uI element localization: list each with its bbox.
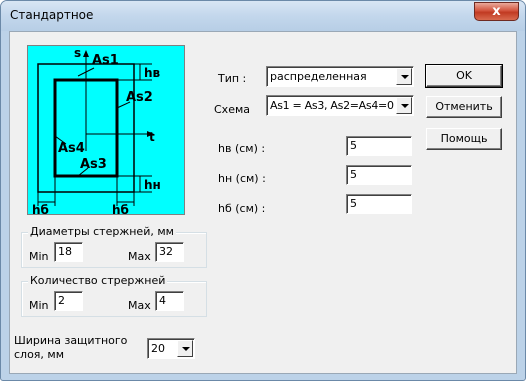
hv-input[interactable]: 5 [346,136,412,156]
window-title: Стандартное [10,8,94,22]
diameters-group: Диаметры стержней, мм Min 18 Max 32 [21,225,207,268]
hb-input[interactable]: 5 [346,194,412,214]
hv-label: hв [144,66,161,80]
t-axis-label: t [149,130,155,144]
close-button[interactable]: x [474,2,519,21]
hv-field-label: hв (см) : [218,142,266,155]
hn-input[interactable]: 5 [346,165,412,185]
as3-label: As3 [80,157,107,172]
scheme-label: Схема [214,103,250,116]
chevron-down-icon[interactable] [396,68,412,85]
cancel-button[interactable]: Отменить [426,96,502,118]
scheme-value: As1 = As3, As2=As4=0 [270,99,394,112]
close-icon: x [492,4,501,19]
scheme-select[interactable]: As1 = As3, As2=As4=0 [266,95,414,116]
as1-label: As1 [92,53,119,68]
type-value: распределенная [270,70,367,83]
chevron-down-icon[interactable] [396,97,412,114]
hn-label: hн [144,178,161,192]
section-diagram: s t As1 As2 As3 As4 hв hн hб hб [27,45,185,215]
cover-label-line2: слоя, мм [14,348,65,361]
cover-label-line1: Ширина защитного [14,334,128,347]
count-max-input[interactable]: 4 [155,291,184,311]
count-group: Количество стрержней Min 2 Max 4 [21,274,207,317]
cover-width-select[interactable]: 20 [147,338,195,359]
help-button[interactable]: Помощь [426,128,502,150]
dialog-client-area: s t As1 As2 As3 As4 hв hн hб hб Диаметры… [9,31,517,374]
title-bar[interactable]: Стандартное x [1,1,525,31]
count-group-title: Количество стрержней [28,274,168,287]
diameters-min-label: Min [29,250,49,263]
s-axis-label: s [74,46,81,60]
diameters-group-title: Диаметры стержней, мм [28,225,176,238]
diameters-max-label: Max [128,250,151,263]
ok-button[interactable]: OK [425,64,503,88]
count-min-input[interactable]: 2 [54,291,83,311]
diameter-min-input[interactable]: 18 [54,242,83,262]
hb-left-label: hб [32,203,49,214]
as2-label: As2 [126,90,153,105]
hb-field-label: hб (см) : [218,202,266,215]
section-diagram-svg: s t As1 As2 As3 As4 hв hн hб hб [32,46,161,214]
cover-width-value: 20 [151,342,165,355]
dialog-window: Стандартное x s t As1 As2 As3 As4 hв hн … [0,0,526,381]
as4-label: As4 [58,141,85,156]
count-max-label: Max [128,299,151,312]
chevron-down-icon[interactable] [177,340,193,357]
count-min-label: Min [29,299,49,312]
type-select[interactable]: распределенная [266,66,414,87]
hn-field-label: hн (см) : [218,172,266,185]
type-label: Тип : [218,72,247,85]
s-axis-arrow [83,50,89,57]
hb-right-label: hб [112,203,129,214]
diameter-max-input[interactable]: 32 [155,242,184,262]
